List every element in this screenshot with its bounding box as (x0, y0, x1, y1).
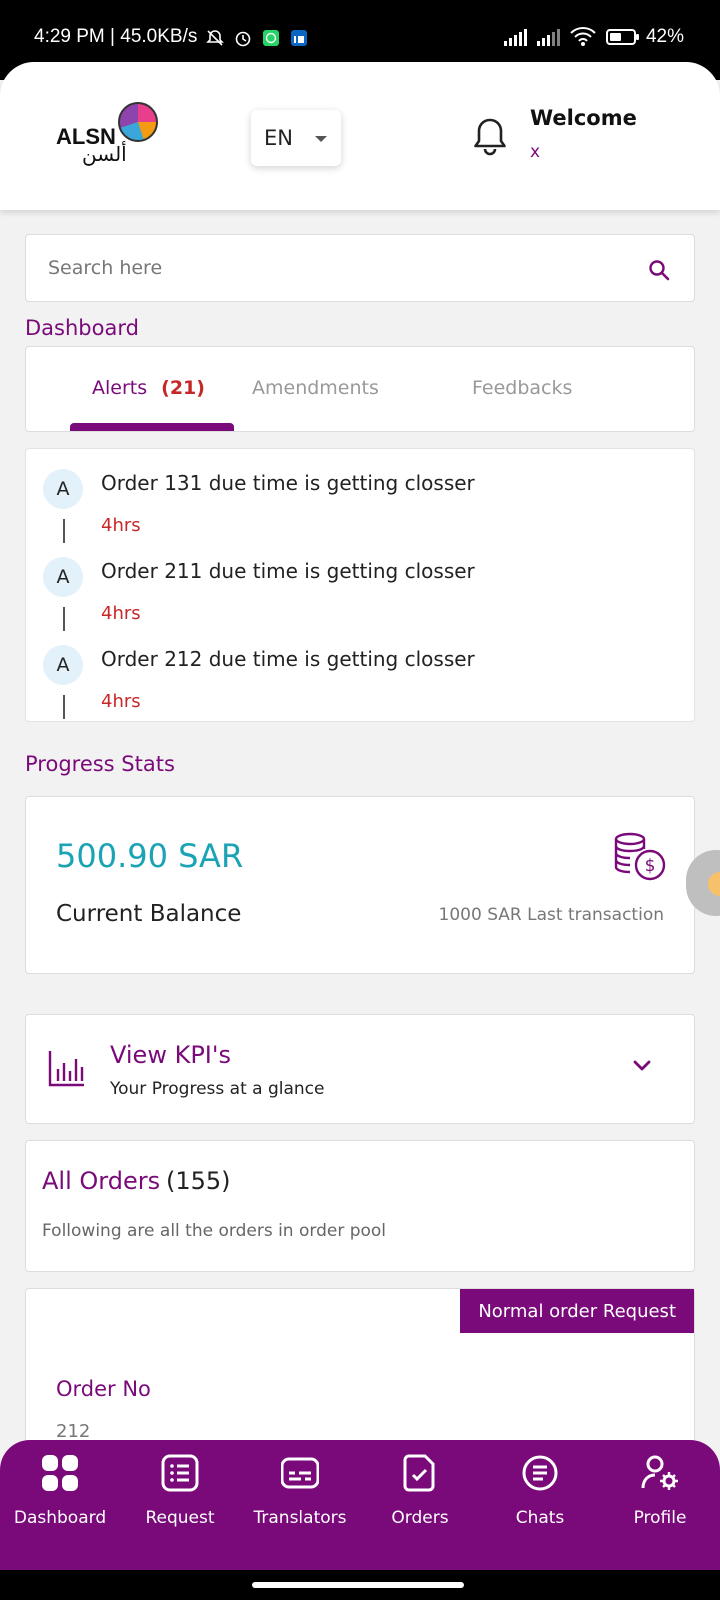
chat-icon (522, 1455, 558, 1491)
tab-alerts-count: (21) (161, 377, 205, 399)
tab-alerts[interactable]: Alerts (21) (92, 377, 205, 399)
svg-text:$: $ (645, 856, 656, 876)
language-select[interactable]: EN (251, 110, 341, 166)
alert-time: 4hrs (101, 603, 141, 624)
list-icon (161, 1454, 199, 1492)
kpi-title: View KPI's (110, 1041, 231, 1069)
whatsapp-icon (263, 30, 279, 46)
all-orders-count: (155) (166, 1167, 231, 1195)
alert-message: Order 211 due time is getting closser (101, 559, 475, 583)
alert-message: Order 212 due time is getting closser (101, 647, 475, 671)
alerts-list: A Order 131 due time is getting closser … (25, 448, 695, 722)
grid-icon (42, 1455, 78, 1491)
alert-avatar: A (43, 557, 83, 597)
alert-avatar: A (43, 469, 83, 509)
alert-item[interactable]: A Order 211 due time is getting closser … (26, 537, 694, 631)
tab-alerts-label: Alerts (92, 377, 148, 399)
nav-request[interactable]: Request (120, 1440, 240, 1570)
nav-orders[interactable]: Orders (360, 1440, 480, 1570)
alert-time: 4hrs (101, 691, 141, 712)
nav-translators[interactable]: Translators (240, 1440, 360, 1570)
bottom-navigation: Dashboard Request Translators Orders Cha… (0, 1440, 720, 1570)
username: x (530, 142, 541, 162)
alert-time: 4hrs (101, 515, 141, 536)
timeline-connector (63, 695, 65, 719)
order-type-tag: Normal order Request (460, 1289, 694, 1333)
kpi-subtitle: Your Progress at a glance (110, 1079, 325, 1099)
active-tab-indicator (70, 423, 234, 431)
nav-dashboard[interactable]: Dashboard (0, 1440, 120, 1570)
nav-label: Dashboard (13, 1508, 107, 1528)
nav-label: Orders (391, 1508, 449, 1528)
alert-item[interactable]: A Order 131 due time is getting closser … (26, 449, 694, 543)
status-right: 42% (503, 26, 684, 48)
battery-level: 42% (645, 26, 684, 47)
language-value: EN (264, 126, 293, 150)
linkedin-icon (291, 30, 307, 46)
search-icon[interactable] (648, 259, 670, 281)
alert-avatar: A (43, 645, 83, 685)
all-orders-description: Following are all the orders in order po… (42, 1221, 387, 1241)
logo-badge-icon (118, 102, 158, 142)
wifi-icon (570, 27, 596, 46)
bar-chart-icon (48, 1051, 84, 1087)
nav-profile[interactable]: Profile (600, 1440, 720, 1570)
signal-icon (503, 28, 527, 46)
mute-icon (206, 30, 224, 46)
nav-label: Profile (633, 1508, 687, 1528)
status-icons (205, 28, 309, 48)
alert-message: Order 131 due time is getting closser (101, 471, 475, 495)
nav-label: Translators (253, 1508, 347, 1528)
tab-amendments[interactable]: Amendments (252, 377, 379, 399)
notification-bell-icon[interactable] (470, 114, 510, 158)
alert-item[interactable]: A Order 212 due time is getting closser … (26, 625, 694, 719)
coins-icon: $ (614, 832, 666, 881)
balance-label: Current Balance (56, 901, 242, 927)
order-no-value: 212 (56, 1421, 91, 1442)
subtitles-icon (281, 1457, 319, 1489)
chevron-down-icon[interactable] (632, 1059, 652, 1073)
nav-label: Chats (515, 1508, 565, 1528)
balance-amount: 500.90 SAR (56, 837, 244, 875)
nav-label: Request (145, 1508, 215, 1528)
user-settings-icon (641, 1455, 678, 1490)
balance-card: 500.90 SAR Current Balance 1000 SAR Last… (25, 796, 695, 974)
nav-chats[interactable]: Chats (480, 1440, 600, 1570)
tab-feedbacks[interactable]: Feedbacks (472, 377, 572, 399)
caret-down-icon (315, 136, 327, 142)
all-orders-title: All Orders (42, 1167, 161, 1195)
logo-text-arabic: ألسن (82, 142, 127, 166)
document-check-icon (403, 1454, 435, 1492)
kpi-card[interactable]: View KPI's Your Progress at a glance (25, 1014, 695, 1124)
order-no-label: Order No (56, 1377, 151, 1401)
home-indicator[interactable] (252, 1582, 464, 1588)
dashboard-title: Dashboard (25, 316, 139, 340)
app-header: ALSN ألسن EN Welcome x (0, 62, 720, 210)
alarm-icon (235, 31, 251, 47)
search-input[interactable]: Search here (48, 257, 162, 279)
status-time: 4:29 PM | 45.0KB/s (34, 26, 198, 47)
battery-icon (605, 29, 639, 45)
system-navigation-bar (0, 1570, 720, 1600)
welcome-text: Welcome (530, 106, 637, 130)
search-bar[interactable]: Search here (25, 234, 695, 302)
signal-2-icon (536, 28, 560, 46)
all-orders-card: All Orders (155) Following are all the o… (25, 1140, 695, 1272)
last-transaction: 1000 SAR Last transaction (438, 905, 664, 925)
progress-stats-title: Progress Stats (25, 752, 175, 776)
dashboard-tabs: Alerts (21) Amendments Feedbacks (25, 346, 695, 432)
app-logo: ALSN ألسن (56, 102, 160, 168)
